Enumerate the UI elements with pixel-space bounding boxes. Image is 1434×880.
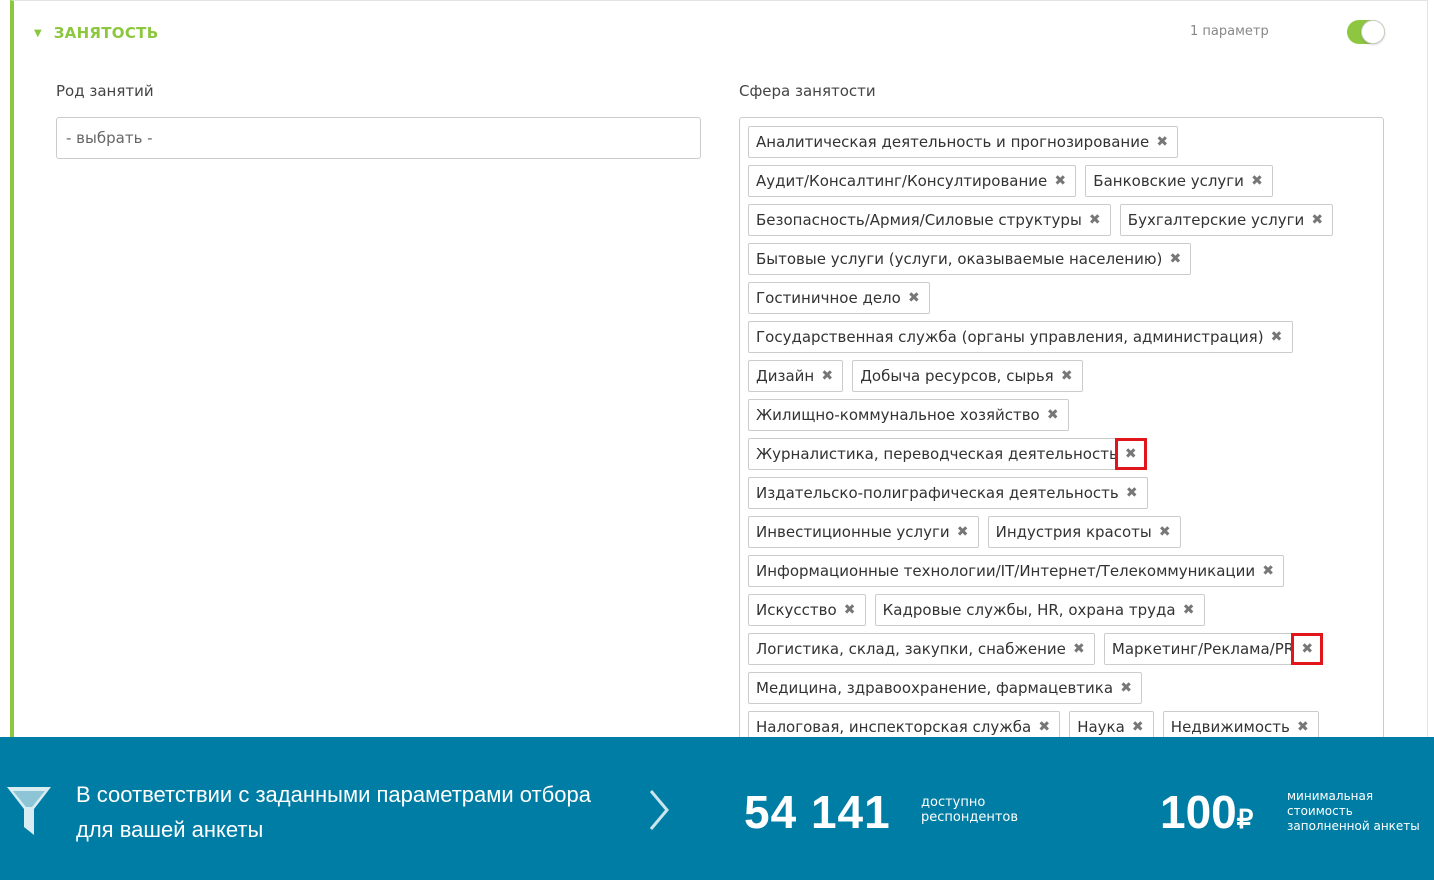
selected-tag: Инвестиционные услуги ✖ [748,516,979,548]
summary-footer: В соответствии с заданными параметрами о… [0,737,1434,880]
remove-tag-icon[interactable]: ✖ [1294,718,1312,736]
section-header[interactable]: ▼ ЗАНЯТОСТЬ [34,21,158,45]
tag-label: Информационные технологии/IT/Интернет/Те… [756,562,1256,580]
remove-tag-icon[interactable]: ✖ [954,523,972,541]
selected-tag: Индустрия красоты ✖ [987,516,1181,548]
remove-tag-icon[interactable]: ✖ [1291,633,1324,665]
tag-label: Безопасность/Армия/Силовые структуры [756,211,1082,229]
tag-label: Жилищно-коммунальное хозяйство [756,406,1040,424]
selected-tag: Медицина, здравоохранение, фармацевтика ✖ [748,672,1143,704]
remove-tag-icon[interactable]: ✖ [1180,601,1198,619]
tag-label: Бухгалтерские услуги [1127,211,1305,229]
occupation-select[interactable]: - выбрать - [56,117,701,159]
remove-tag-icon[interactable]: ✖ [1114,438,1147,470]
tag-label: Бытовые услуги (услуги, оказываемые насе… [756,250,1163,268]
sphere-multiselect[interactable]: Аналитическая деятельность и прогнозиров… [739,117,1384,757]
tag-label: Государственная служба (органы управлени… [756,328,1264,346]
section-title: ЗАНЯТОСТЬ [53,24,159,42]
chevron-right-icon [649,790,669,830]
tag-label: Банковские услуги [1093,172,1244,190]
price-value: 100 [1160,786,1237,838]
param-count: 1 параметр [1190,24,1269,39]
tag-label: Недвижимость [1170,718,1290,736]
selected-tag: Кадровые службы, HR, охрана труда ✖ [874,594,1205,626]
price-caption: минимальная стоимость заполненной анкеты [1287,789,1420,833]
tag-list: Аналитическая деятельность и прогнозиров… [748,126,1378,743]
remove-tag-icon[interactable]: ✖ [1166,250,1184,268]
tag-label: Индустрия красоты [995,523,1152,541]
occupation-label: Род занятий [56,82,154,100]
remove-tag-icon[interactable]: ✖ [1044,406,1062,424]
remove-tag-icon[interactable]: ✖ [1117,679,1135,697]
remove-tag-icon[interactable]: ✖ [1153,133,1171,151]
tag-label: Кадровые службы, HR, охрана труда [882,601,1176,619]
tag-label: Искусство [756,601,837,619]
remove-tag-icon[interactable]: ✖ [1268,328,1286,346]
selected-tag: Бухгалтерские услуги ✖ [1119,204,1334,236]
remove-tag-icon[interactable]: ✖ [818,367,836,385]
selected-tag: Добыча ресурсов, сырья ✖ [852,360,1083,392]
tag-label: Дизайн [756,367,815,385]
tag-label: Логистика, склад, закупки, снабжение [756,640,1066,658]
selected-tag: Банковские услуги ✖ [1085,165,1273,197]
tag-label: Аналитическая деятельность и прогнозиров… [756,133,1150,151]
selected-tag: Безопасность/Армия/Силовые структуры ✖ [748,204,1111,236]
remove-tag-icon[interactable]: ✖ [1248,172,1266,190]
sphere-label: Сфера занятости [739,82,876,100]
remove-tag-icon[interactable]: ✖ [1308,211,1326,229]
selected-tag: Журналистика, переводческая деятельность… [748,438,1147,470]
filter-icon [7,787,51,835]
footer-description: В соответствии с заданными параметрами о… [76,782,591,842]
selected-tag: Маркетинг/Реклама/PR ✖ [1103,633,1324,665]
selected-tag: Искусство ✖ [748,594,866,626]
currency-symbol: ₽ [1236,804,1254,834]
tag-label: Наука [1077,718,1125,736]
selected-tag: Бытовые услуги (услуги, оказываемые насе… [748,243,1192,275]
toggle-knob[interactable] [1361,20,1385,44]
respondent-count-caption: доступно респондентов [921,795,1019,825]
tag-label: Налоговая, инспекторская служба [756,718,1032,736]
selected-tag: Жилищно-коммунальное хозяйство ✖ [748,399,1069,431]
tag-label: Журналистика, переводческая деятельность [756,445,1118,463]
selected-tag: Аналитическая деятельность и прогнозиров… [748,126,1179,158]
selected-tag: Логистика, склад, закупки, снабжение ✖ [748,633,1095,665]
tag-label: Маркетинг/Реклама/PR [1111,640,1295,658]
remove-tag-icon[interactable]: ✖ [1129,718,1147,736]
tag-label: Медицина, здравоохранение, фармацевтика [756,679,1114,697]
tag-label: Издательско-полиграфическая деятельность [756,484,1119,502]
remove-tag-icon[interactable]: ✖ [1070,640,1088,658]
remove-tag-icon[interactable]: ✖ [905,289,923,307]
tag-label: Добыча ресурсов, сырья [860,367,1054,385]
respondent-count: 54 141 [744,786,891,838]
caret-down-icon[interactable]: ▼ [34,28,42,39]
selected-tag: Информационные технологии/IT/Интернет/Те… [748,555,1285,587]
tag-label: Гостиничное дело [756,289,901,307]
tag-label: Инвестиционные услуги [756,523,950,541]
section-toggle[interactable] [1347,20,1385,44]
remove-tag-icon[interactable]: ✖ [1123,484,1141,502]
remove-tag-icon[interactable]: ✖ [841,601,859,619]
remove-tag-icon[interactable]: ✖ [1086,211,1104,229]
remove-tag-icon[interactable]: ✖ [1035,718,1053,736]
remove-tag-icon[interactable]: ✖ [1156,523,1174,541]
remove-tag-icon[interactable]: ✖ [1051,172,1069,190]
tag-label: Аудит/Консалтинг/Консултирование [756,172,1048,190]
selected-tag: Аудит/Консалтинг/Консултирование ✖ [748,165,1077,197]
selected-tag: Гостиничное дело ✖ [748,282,930,314]
selected-tag: Дизайн ✖ [748,360,844,392]
remove-tag-icon[interactable]: ✖ [1058,367,1076,385]
selected-tag: Государственная служба (органы управлени… [748,321,1293,353]
selected-tag: Издательско-полиграфическая деятельность… [748,477,1148,509]
min-price: 100₽ [1160,785,1253,839]
remove-tag-icon[interactable]: ✖ [1259,562,1277,580]
